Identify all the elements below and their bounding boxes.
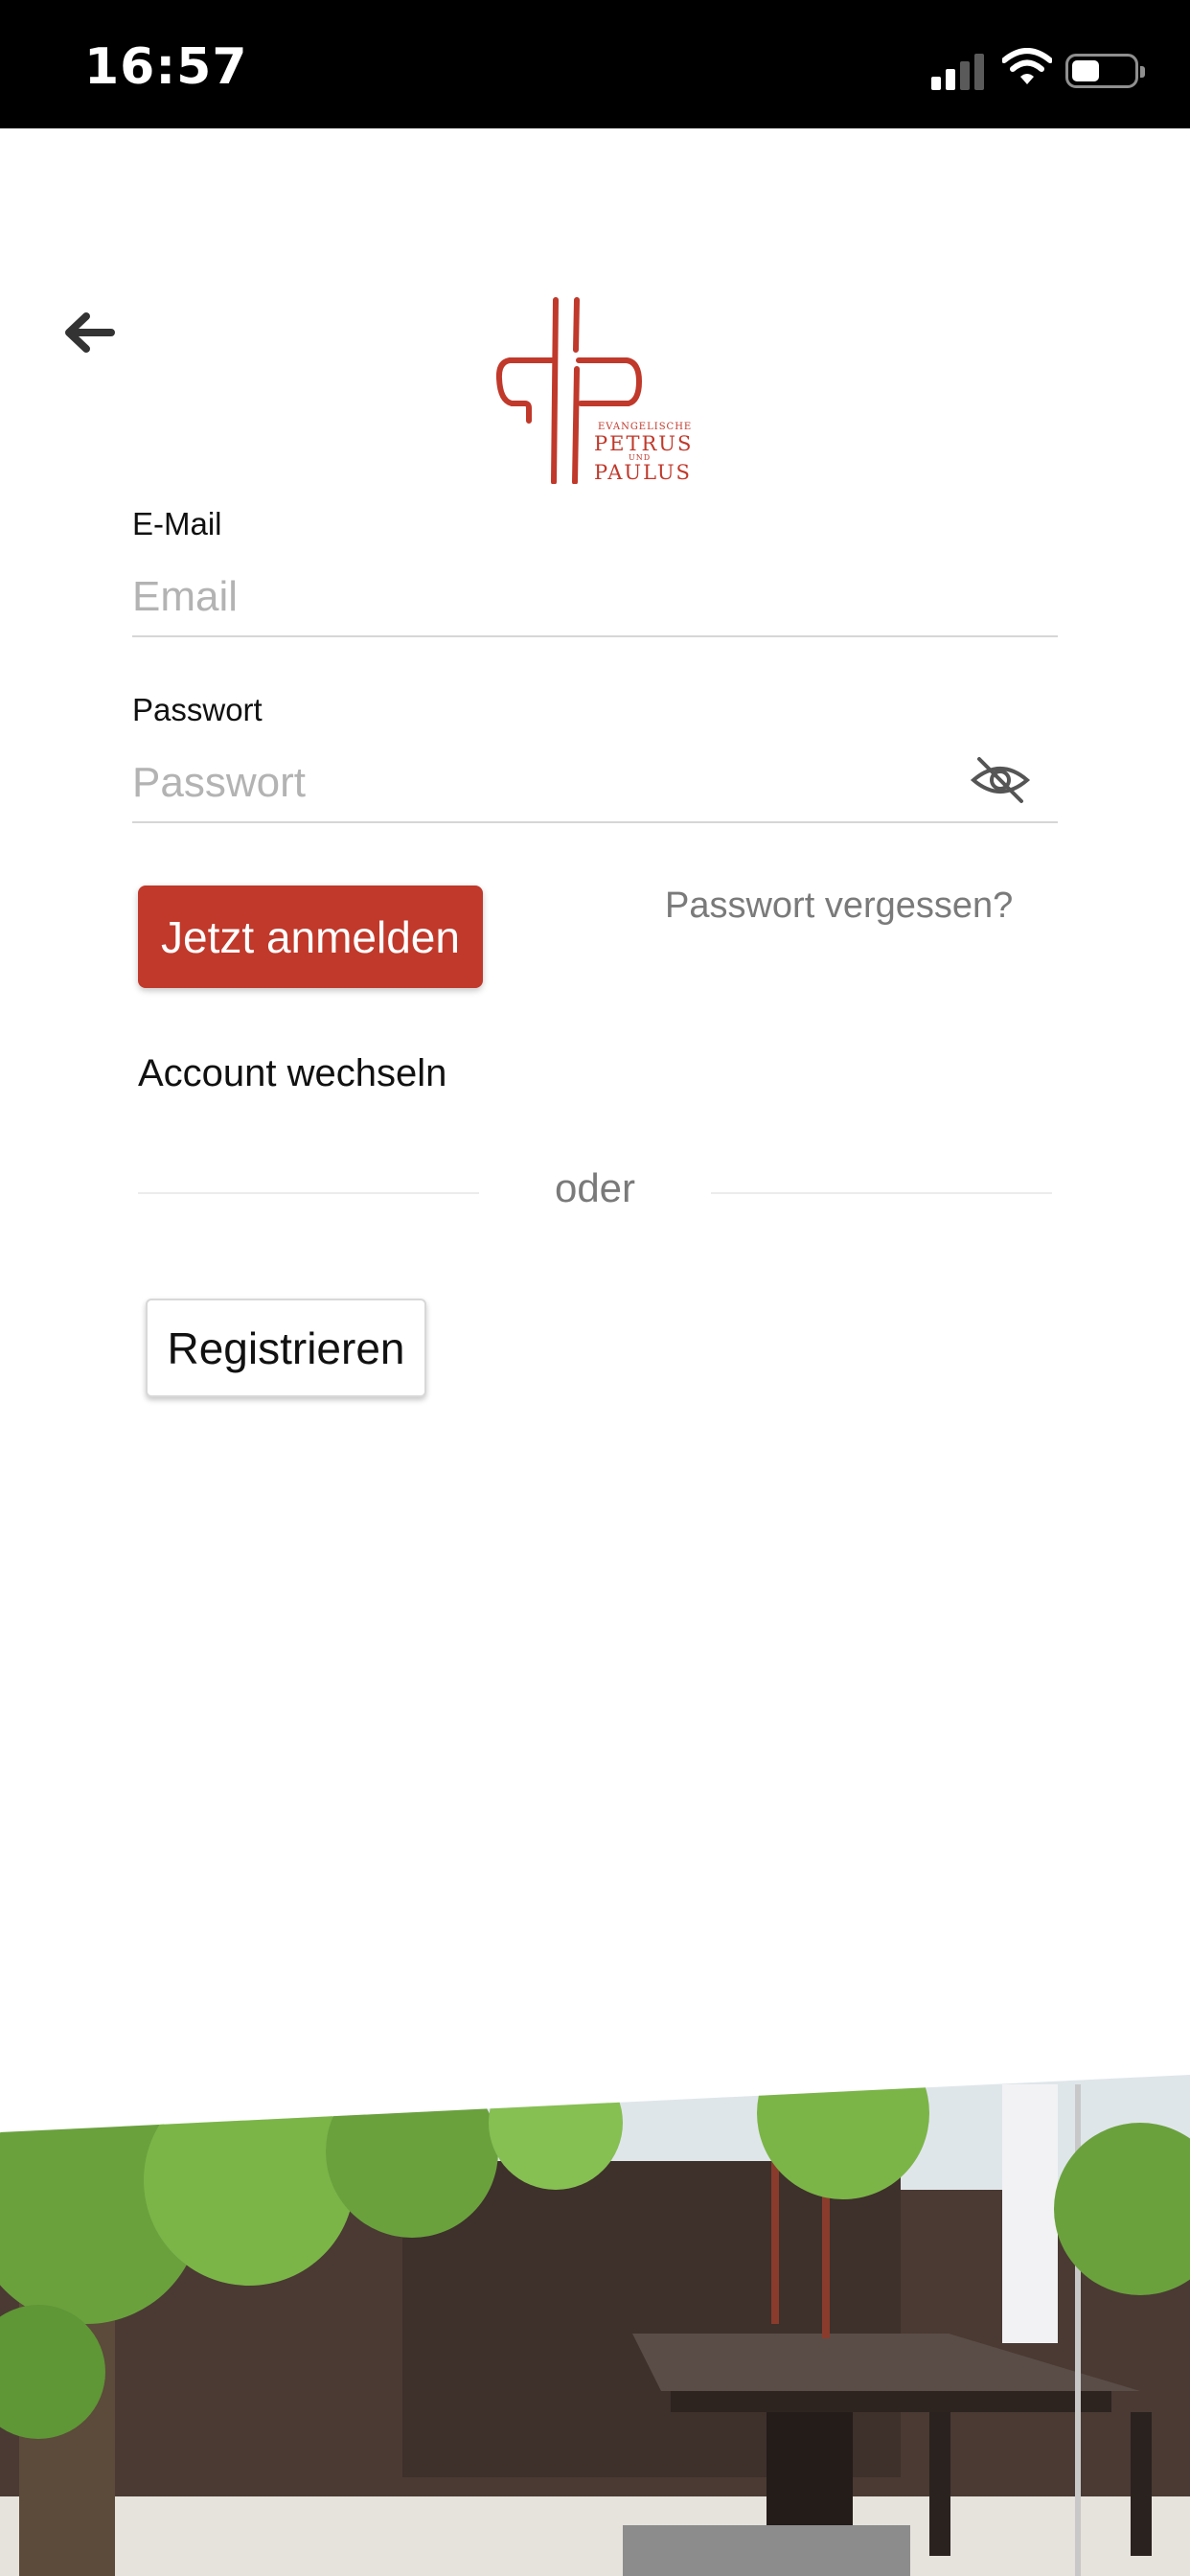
logo-text-evangelische: EVANGELISCHE	[598, 422, 693, 432]
email-label: E-Mail	[132, 506, 222, 541]
eye-slash-icon[interactable]	[970, 753, 1031, 807]
cross-logo-icon	[495, 297, 643, 484]
forgot-password-link[interactable]: Passwort vergessen?	[665, 886, 1013, 927]
status-time: 16:57	[84, 38, 248, 96]
email-field[interactable]	[132, 559, 1058, 637]
status-bar: 16:57	[0, 0, 1190, 128]
password-label: Passwort	[132, 692, 263, 727]
wifi-icon	[1002, 48, 1052, 84]
logo-text-petrus: PETRUS	[594, 432, 694, 455]
login-button[interactable]: Jetzt anmelden	[138, 886, 483, 988]
logo-text-paulus: PAULUS	[594, 461, 692, 484]
arrow-left-icon[interactable]	[59, 309, 117, 356]
cellular-signal-icon	[931, 52, 985, 90]
church-photo	[0, 2075, 1190, 2576]
church-logo: EVANGELISCHE PETRUS UND PAULUS	[492, 292, 703, 484]
divider-line-right	[711, 1192, 1052, 1194]
battery-icon	[1065, 54, 1145, 88]
register-button[interactable]: Registrieren	[146, 1299, 426, 1397]
switch-account-link[interactable]: Account wechseln	[138, 1052, 446, 1095]
password-field[interactable]	[132, 745, 1058, 823]
divider-label: oder	[554, 1165, 636, 1210]
